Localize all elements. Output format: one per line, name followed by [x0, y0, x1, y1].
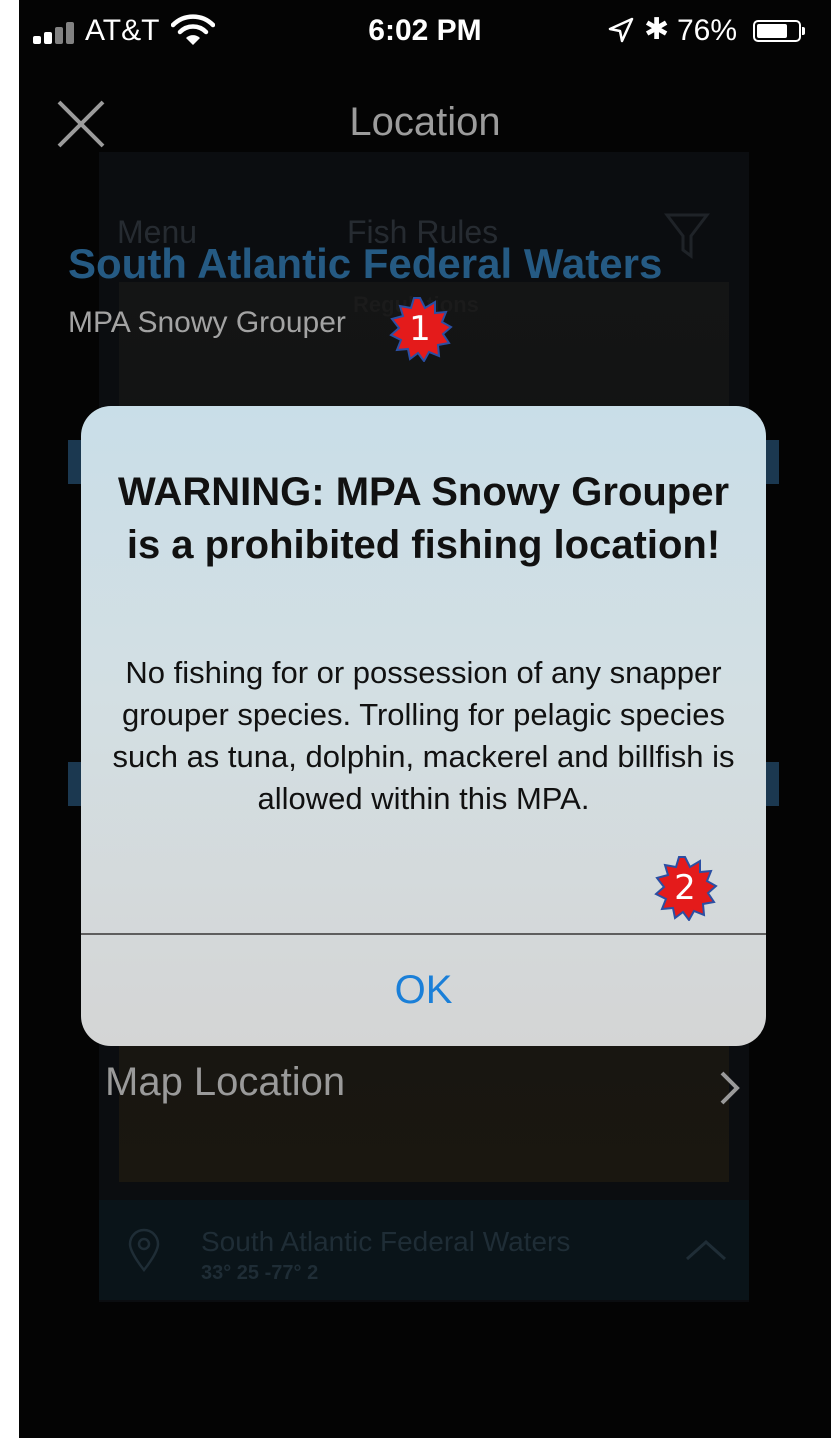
annotation-badge-1: 1 [387, 296, 453, 362]
status-bar: AT&T 6:02 PM ✱ 76% [19, 0, 831, 64]
battery-icon [753, 20, 805, 42]
bluetooth-icon: ✱ [644, 13, 670, 46]
chevron-right-icon [720, 1071, 740, 1105]
battery-percentage: 76% [677, 14, 738, 47]
map-pin-icon [128, 1228, 160, 1272]
location-footer-bar: South Atlantic Federal Waters 33° 25 -77… [99, 1200, 749, 1300]
ok-button[interactable]: OK [81, 935, 766, 1046]
phone-screen: AT&T 6:02 PM ✱ 76% Location Menu Fish Ru… [19, 0, 831, 1438]
alert-title: WARNING: MPA Snowy Grouper is a prohibit… [117, 470, 730, 567]
filter-icon [664, 213, 710, 259]
page-title: Location [349, 100, 501, 144]
location-services-icon [608, 17, 634, 43]
alert-message: No fishing for or possession of any snap… [112, 655, 735, 816]
annotation-badge-2: 2 [652, 855, 718, 921]
footer-coordinates: 33° 25 -77° 2 [201, 1262, 319, 1284]
warning-alert-dialog: WARNING: MPA Snowy Grouper is a prohibit… [81, 406, 766, 1046]
location-subtitle: MPA Snowy Grouper [68, 306, 346, 339]
chevron-up-icon [685, 1239, 727, 1261]
map-location-row[interactable]: Map Location [105, 1060, 345, 1105]
footer-location-name: South Atlantic Federal Waters [201, 1226, 571, 1257]
location-heading: South Atlantic Federal Waters [68, 240, 663, 287]
